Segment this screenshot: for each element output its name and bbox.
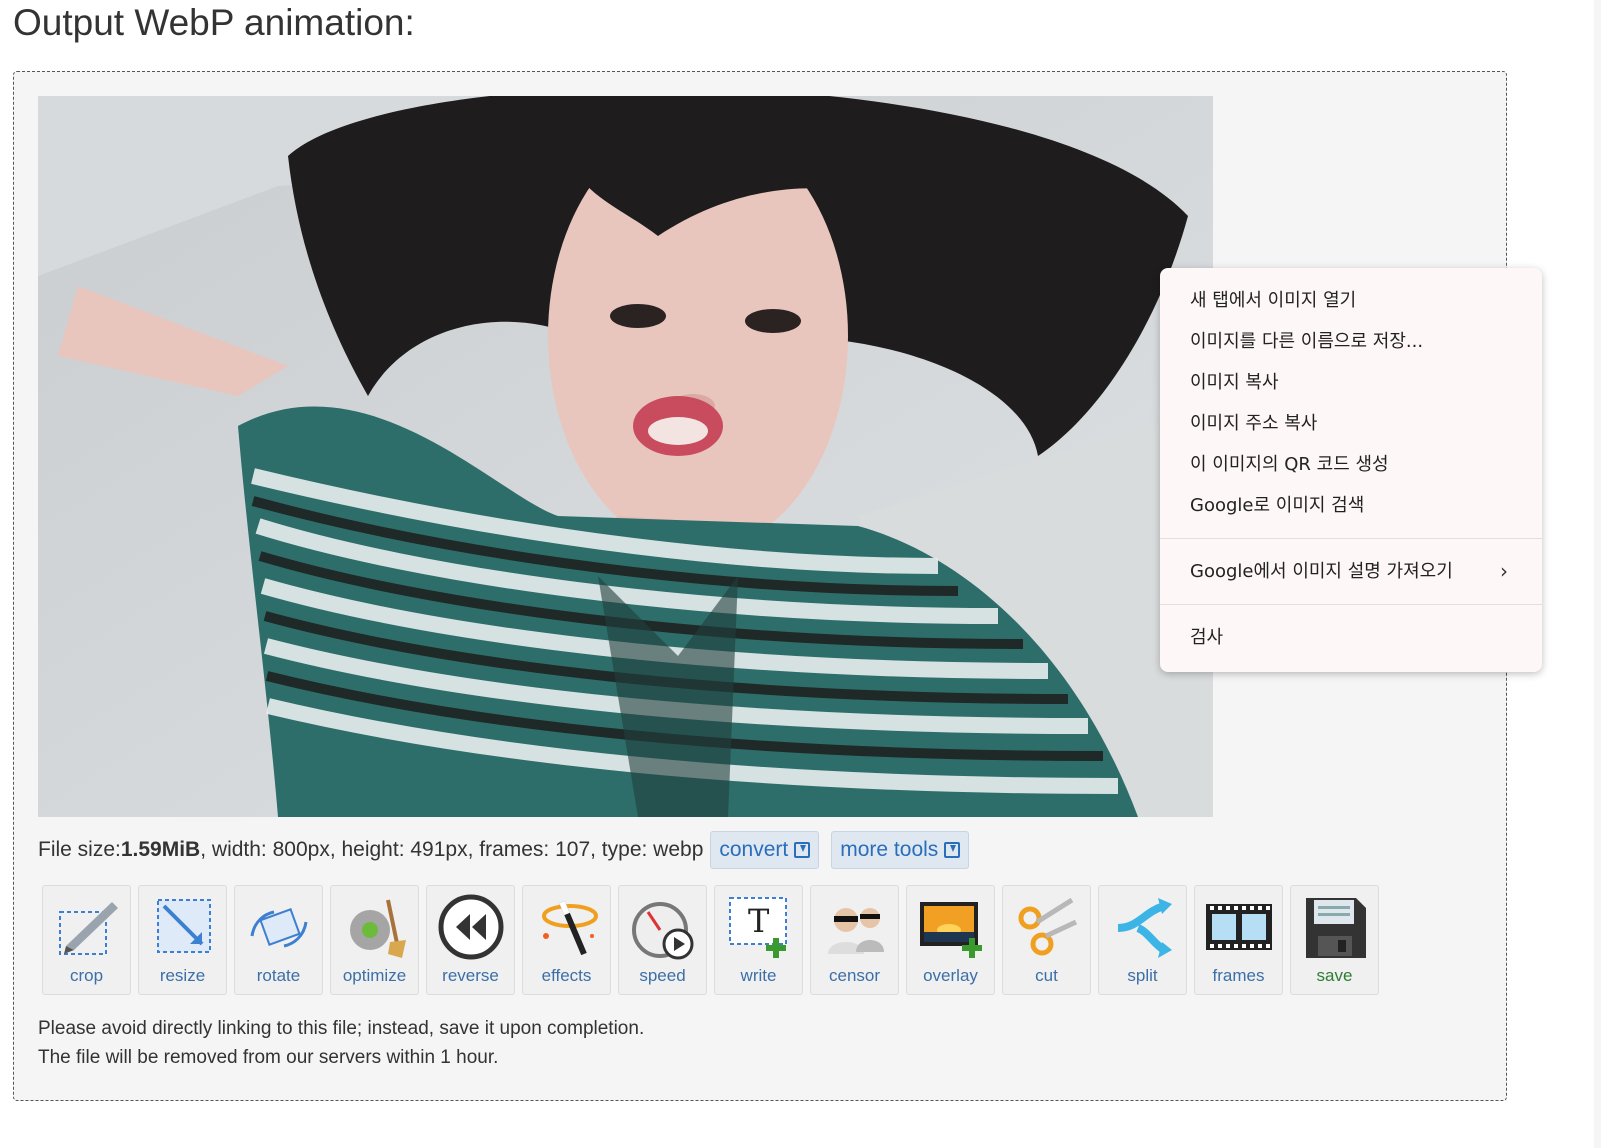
file-info: File size: 1.59MiB , width: 800px, heigh… xyxy=(38,830,970,870)
more-tools-button[interactable]: more tools xyxy=(831,831,970,869)
tool-save[interactable]: save xyxy=(1290,885,1379,995)
menu-separator xyxy=(1160,538,1542,539)
file-size-label: File size: xyxy=(38,838,121,861)
tool-frames[interactable]: frames xyxy=(1194,885,1283,995)
tool-crop[interactable]: crop xyxy=(42,885,131,995)
censor-icon xyxy=(827,908,884,954)
menu-item-save-image-as[interactable]: 이미지를 다른 이름으로 저장... xyxy=(1160,321,1542,362)
overlay-icon xyxy=(919,902,982,958)
tool-resize[interactable]: resize xyxy=(138,885,227,995)
tool-label: cut xyxy=(1035,966,1058,985)
notice-line: Please avoid directly linking to this fi… xyxy=(38,1018,645,1039)
animation-preview-image[interactable] xyxy=(38,96,1213,817)
chevron-right-icon: › xyxy=(1500,559,1508,583)
reverse-icon xyxy=(438,894,503,960)
menu-item-label: Google에서 이미지 설명 가져오기 xyxy=(1190,561,1453,582)
file-details: , width: 800px, height: 491px, frames: 1… xyxy=(200,838,704,861)
notice-text: Please avoid directly linking to this fi… xyxy=(38,1014,644,1072)
tool-rotate[interactable]: rotate xyxy=(234,885,323,995)
tool-label: rotate xyxy=(256,966,301,985)
menu-separator xyxy=(1160,604,1542,605)
convert-button-label: convert xyxy=(719,838,789,861)
tool-label: split xyxy=(1127,966,1158,985)
tool-label: reverse xyxy=(442,966,499,985)
context-menu: 새 탭에서 이미지 열기 이미지를 다른 이름으로 저장... 이미지 복사 이… xyxy=(1160,268,1542,672)
tool-censor[interactable]: censor xyxy=(810,885,899,995)
tool-label: overlay xyxy=(923,966,978,985)
rotate-icon xyxy=(250,908,307,948)
frames-icon xyxy=(1205,904,1272,950)
menu-item-create-qr-code[interactable]: 이 이미지의 QR 코드 생성 xyxy=(1160,444,1542,485)
tool-label: resize xyxy=(159,966,206,985)
tool-label: effects xyxy=(541,966,592,985)
download-arrow-icon xyxy=(794,842,811,858)
download-arrow-icon xyxy=(944,842,961,858)
tool-speed[interactable]: speed xyxy=(618,885,707,995)
page-title: Output WebP animation: xyxy=(13,2,415,43)
notice-line: The file will be removed from our server… xyxy=(38,1047,499,1068)
menu-item-inspect[interactable]: 검사 xyxy=(1160,617,1542,658)
convert-button[interactable]: convert xyxy=(710,831,820,869)
speed-icon xyxy=(631,902,693,960)
menu-item-open-in-new-tab[interactable]: 새 탭에서 이미지 열기 xyxy=(1160,280,1542,321)
tool-cut[interactable]: cut xyxy=(1002,885,1091,995)
tool-label: censor xyxy=(828,966,881,985)
tool-reverse[interactable]: reverse xyxy=(426,885,515,995)
tool-label: save xyxy=(1316,966,1353,985)
tool-label: optimize xyxy=(342,966,407,985)
optimize-icon xyxy=(349,899,406,958)
menu-item-copy-image[interactable]: 이미지 복사 xyxy=(1160,362,1542,403)
tool-label: frames xyxy=(1212,966,1265,985)
file-size-value: 1.59MiB xyxy=(120,838,201,861)
split-icon xyxy=(1117,898,1172,958)
svg-text:T: T xyxy=(748,902,770,940)
tool-effects[interactable]: effects xyxy=(522,885,611,995)
menu-item-get-image-description[interactable]: Google에서 이미지 설명 가져오기 › xyxy=(1160,551,1542,592)
cut-icon xyxy=(1018,897,1077,956)
page-scrollbar[interactable] xyxy=(1594,0,1601,1148)
menu-item-search-image-google[interactable]: Google로 이미지 검색 xyxy=(1160,485,1542,526)
write-icon: T xyxy=(728,897,787,958)
tool-label: speed xyxy=(639,966,686,985)
tool-toolbar: crop resize rotate optimize reverse effe… xyxy=(42,885,1379,995)
tool-overlay[interactable]: overlay xyxy=(906,885,995,995)
more-tools-button-label: more tools xyxy=(840,838,939,861)
resize-icon xyxy=(156,899,211,953)
tool-optimize[interactable]: optimize xyxy=(330,885,419,995)
menu-item-copy-image-address[interactable]: 이미지 주소 복사 xyxy=(1160,403,1542,444)
crop-icon xyxy=(58,902,118,955)
save-icon xyxy=(1305,898,1366,958)
tool-split[interactable]: split xyxy=(1098,885,1187,995)
effects-icon xyxy=(541,900,598,956)
tool-label: write xyxy=(740,966,777,985)
tool-label: crop xyxy=(69,966,104,985)
tool-write[interactable]: T write xyxy=(714,885,803,995)
